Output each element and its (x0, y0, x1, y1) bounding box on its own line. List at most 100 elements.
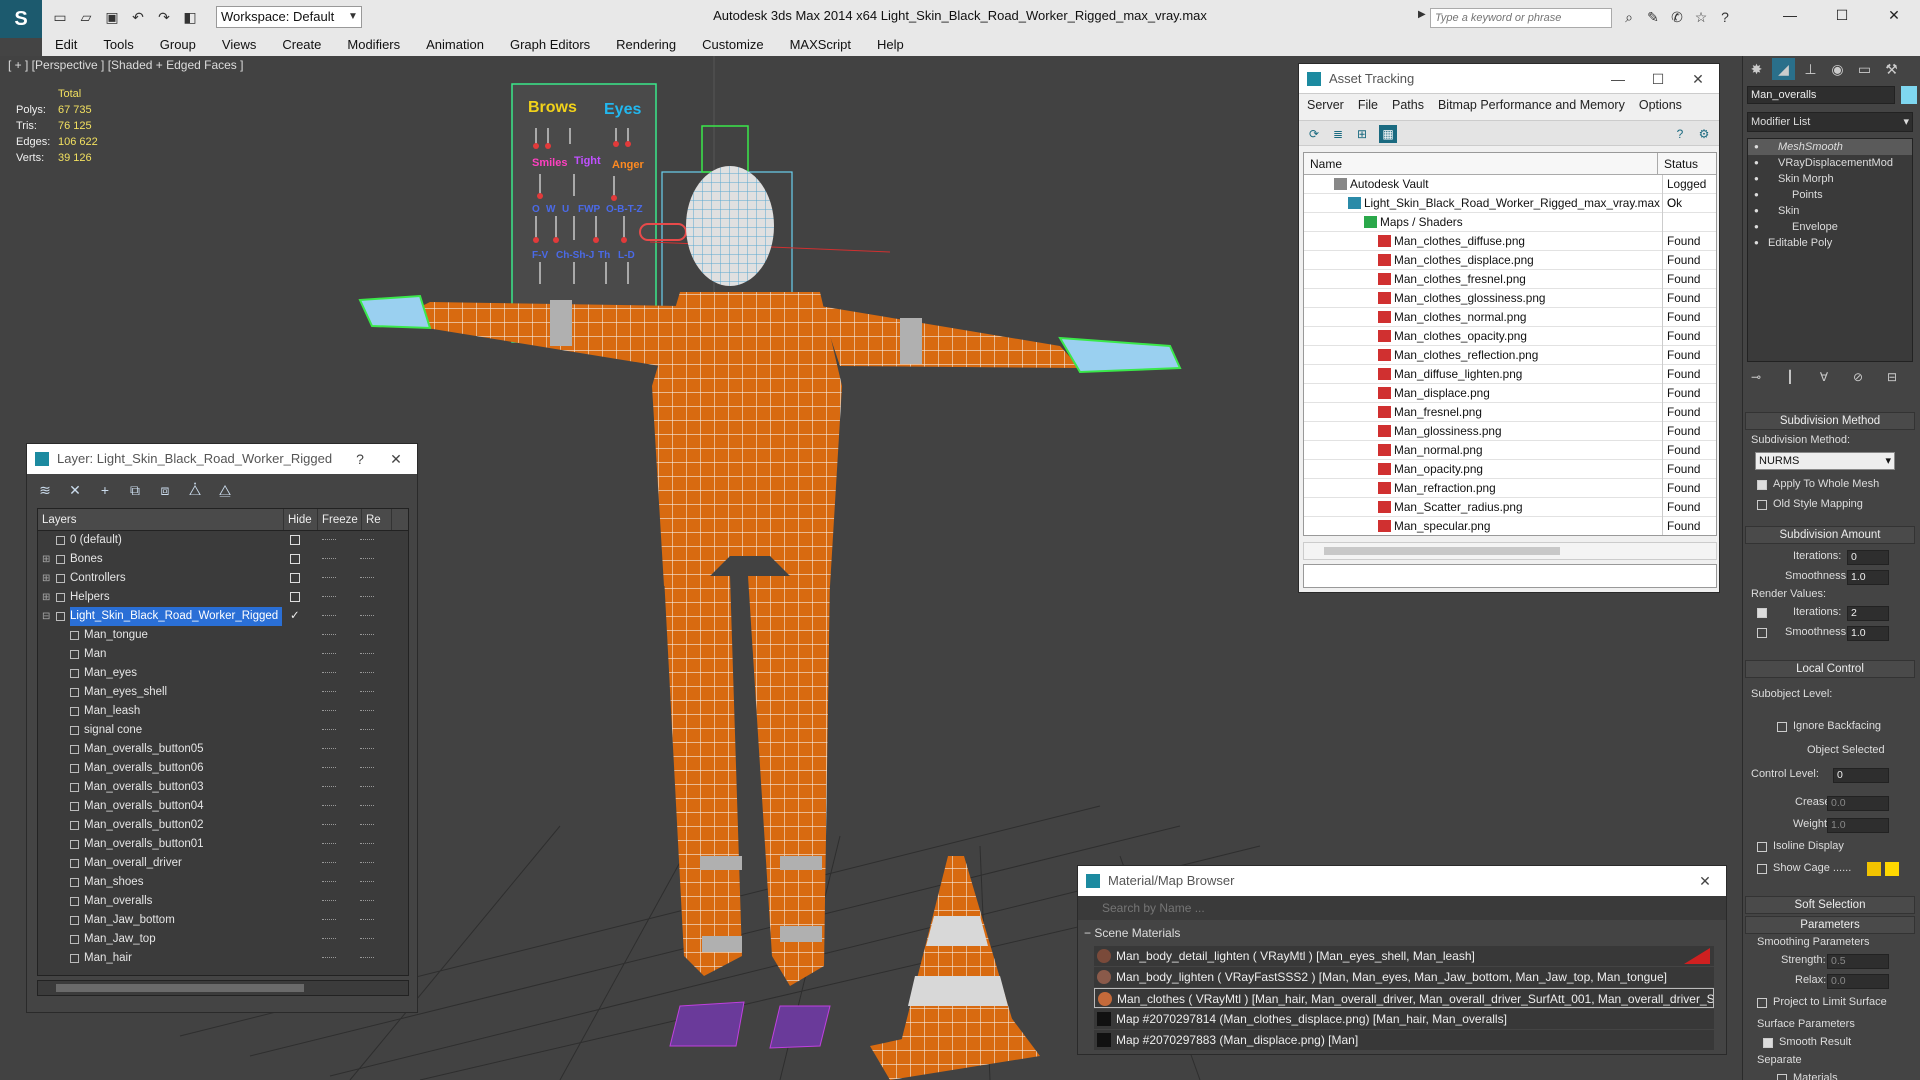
material-row[interactable]: Man_body_detail_lighten ( VRayMtl ) [Man… (1094, 946, 1714, 966)
expand-toggle-icon[interactable]: ⊞ (42, 569, 50, 588)
current-layer-checkbox[interactable] (290, 573, 300, 583)
modifier-stack-item[interactable]: ● Skin Morph (1748, 171, 1912, 187)
modifier-stack-item[interactable]: ● MeshSmooth (1748, 139, 1912, 155)
right-hand[interactable] (1058, 336, 1182, 374)
list-view-icon[interactable]: ≣ (1329, 125, 1347, 143)
modify-tab-icon[interactable]: ◢ (1772, 58, 1795, 80)
modifier-stack-item[interactable]: ● Skin (1748, 203, 1912, 219)
hide-toggle[interactable] (322, 748, 336, 750)
layer-row[interactable]: signal cone (38, 721, 408, 740)
freeze-toggle[interactable] (360, 710, 374, 712)
lightbulb-icon[interactable]: ● (1754, 219, 1759, 235)
create-layer-icon[interactable]: + (95, 480, 115, 500)
asset-row[interactable]: Man_clothes_displace.png Found (1304, 251, 1716, 270)
maximize-icon[interactable]: ☐ (1816, 0, 1868, 30)
asset-table[interactable]: Name Status Autodesk Vault Logged O Light_… (1303, 152, 1717, 536)
freeze-toggle[interactable] (360, 843, 374, 845)
hide-toggle[interactable] (322, 862, 336, 864)
layer-row[interactable]: Man_overalls (38, 892, 408, 911)
freeze-toggle[interactable] (360, 615, 374, 617)
expand-toggle-icon[interactable]: ⊞ (42, 550, 50, 569)
freeze-toggle[interactable] (360, 805, 374, 807)
asset-row[interactable]: Man_opacity.png Found (1304, 460, 1716, 479)
layer-row[interactable]: ⊞ Controllers (38, 569, 408, 588)
asset-menu-options[interactable]: Options (1639, 98, 1682, 112)
layer-help-button[interactable]: ? (343, 444, 377, 474)
table-view-icon[interactable]: ▦ (1379, 125, 1397, 143)
freeze-toggle[interactable] (360, 900, 374, 902)
minimize-icon[interactable]: — (1764, 0, 1816, 30)
minimize-icon[interactable]: — (1601, 64, 1635, 94)
layer-row[interactable]: ⊟ Light_Skin_Black_Road_Worker_Rigged ✓ (38, 607, 408, 626)
open-file-icon[interactable]: ▱ (76, 7, 96, 27)
show-end-result-icon[interactable]: ┃ (1781, 368, 1799, 386)
help-icon[interactable]: ? (1716, 8, 1734, 26)
menu-maxscript[interactable]: MAXScript (777, 34, 864, 56)
weight-spinner[interactable]: 1.0 (1827, 818, 1889, 833)
col-render[interactable]: Re (362, 509, 392, 530)
apply-whole-mesh-checkbox[interactable] (1757, 480, 1767, 490)
col-freeze[interactable]: Freeze (318, 509, 362, 530)
hierarchy-tab-icon[interactable]: ⊥ (1799, 58, 1822, 80)
control-level-spinner[interactable]: 0 (1833, 768, 1889, 783)
freeze-toggle[interactable] (360, 957, 374, 959)
freeze-toggle[interactable] (360, 862, 374, 864)
hide-toggle[interactable] (322, 919, 336, 921)
refresh-icon[interactable]: ⟳ (1305, 125, 1323, 143)
hide-toggle[interactable] (322, 881, 336, 883)
workspace-dropdown[interactable]: Workspace: Default (216, 6, 362, 28)
local-control-rollout[interactable]: Local Control (1745, 660, 1915, 678)
close-icon[interactable]: ✕ (1688, 866, 1722, 896)
render-iterations-spinner[interactable]: 2 (1847, 606, 1889, 621)
freeze-toggle[interactable] (360, 767, 374, 769)
material-row[interactable]: Map #2070297883 (Man_displace.png) [Man] (1094, 1030, 1714, 1050)
scrollbar-thumb[interactable] (56, 984, 304, 992)
material-row[interactable]: Man_clothes ( VRayMtl ) [Man_hair, Man_o… (1094, 988, 1714, 1008)
modifier-stack-item[interactable]: ● Envelope (1748, 219, 1912, 235)
binoculars-icon[interactable]: ⌕ (1620, 8, 1638, 26)
subdivision-method-rollout[interactable]: Subdivision Method (1745, 412, 1915, 430)
character-head[interactable] (686, 166, 774, 286)
help-icon[interactable]: ? (1671, 125, 1689, 143)
asset-row[interactable]: Man_clothes_diffuse.png Found (1304, 232, 1716, 251)
asset-path-field[interactable] (1303, 564, 1717, 588)
add-to-layer-icon[interactable]: ⧉ (125, 480, 145, 500)
utilities-tab-icon[interactable]: ⚒ (1880, 58, 1903, 80)
show-cage-checkbox[interactable] (1757, 864, 1767, 874)
make-unique-icon[interactable]: ∀ (1815, 368, 1833, 386)
lightbulb-icon[interactable]: ● (1754, 203, 1759, 219)
subdivision-method-dropdown[interactable]: NURMS ▾ (1755, 452, 1895, 470)
asset-row[interactable]: Man_clothes_opacity.png Found (1304, 327, 1716, 346)
undo-icon[interactable]: ↶ (128, 7, 148, 27)
crease-spinner[interactable]: 0.0 (1827, 796, 1889, 811)
asset-menu-file[interactable]: File (1358, 98, 1378, 112)
hide-toggle[interactable] (322, 577, 336, 579)
modifier-stack-item[interactable]: ● Points (1748, 187, 1912, 203)
menu-help[interactable]: Help (864, 34, 917, 56)
highlight-layer-icon[interactable]: ⧊ (185, 480, 205, 500)
render-smoothness-spinner[interactable]: 1.0 (1847, 626, 1889, 641)
hide-toggle[interactable] (322, 786, 336, 788)
layer-row[interactable]: Man_Jaw_bottom (38, 911, 408, 930)
current-layer-checkbox[interactable] (290, 554, 300, 564)
smooth-result-checkbox[interactable] (1763, 1038, 1773, 1048)
layer-list-scrollbar[interactable] (37, 980, 409, 996)
lightbulb-icon[interactable]: ● (1754, 171, 1759, 187)
asset-row[interactable]: Man_clothes_glossiness.png Found (1304, 289, 1716, 308)
signal-cone[interactable] (870, 856, 1040, 1080)
tree-view-icon[interactable]: ⊞ (1353, 125, 1371, 143)
layer-list[interactable]: Layers Hide Freeze Re 0 (default) ⊞ Bones ⊞… (37, 508, 409, 976)
current-layer-checkbox[interactable] (290, 592, 300, 602)
hide-toggle[interactable] (322, 938, 336, 940)
freeze-toggle[interactable] (360, 748, 374, 750)
close-icon[interactable]: ✕ (1681, 64, 1715, 94)
hide-toggle[interactable] (322, 805, 336, 807)
redo-icon[interactable]: ↷ (154, 7, 174, 27)
keyword-search-input[interactable] (1430, 8, 1612, 28)
create-tab-icon[interactable]: ✸ (1745, 58, 1768, 80)
freeze-toggle[interactable] (360, 539, 374, 541)
strength-spinner[interactable]: 0.5 (1827, 954, 1889, 969)
layer-row[interactable]: 0 (default) (38, 531, 408, 550)
left-hand[interactable] (358, 294, 432, 330)
menu-graph-editors[interactable]: Graph Editors (497, 34, 603, 56)
